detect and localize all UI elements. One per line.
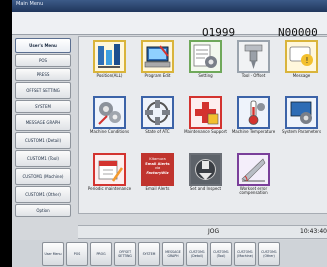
clock: 10:43:40 [300, 228, 327, 235]
tile-workset-error-compensation[interactable]: Workset error compensation [232, 153, 275, 195]
left-menu-custom-tool[interactable]: CUSTOM1 (Tool) [15, 150, 71, 167]
header-bar: O1999 N00000 [12, 12, 327, 39]
temperature-icon [237, 96, 270, 129]
softkey-custom-detail[interactable]: CUSTOM1 (Detail) [186, 242, 208, 266]
tile-label: Email Alerts [145, 186, 170, 191]
compensation-icon [237, 153, 270, 186]
system-icon [285, 96, 318, 129]
left-menu-custom-detail[interactable]: CUSTOM1 (Detail) [15, 132, 71, 149]
tile-maintenance-support[interactable]: Maintenance Support [184, 96, 227, 138]
left-menu-option[interactable]: Option [15, 204, 71, 217]
tile-label: Tool · Offset [241, 73, 266, 78]
tile-setting[interactable]: Setting [184, 40, 227, 82]
tile-machine-conditions[interactable]: Machine Conditions [88, 96, 131, 138]
softkey-custom-other[interactable]: CUSTOM1 (Other) [258, 242, 280, 266]
maintenance-icon [189, 96, 222, 129]
tile-email-alerts[interactable]: Kitamura Email Alerts via FactoryWiz Ema… [136, 153, 179, 195]
tile-state-of-atc[interactable]: State of ATC [136, 96, 179, 138]
softkey-user-menu[interactable]: User Menu [42, 242, 64, 266]
tile-label: Maintenance Support [184, 129, 227, 134]
promo-line-3: FactoryWiz [146, 170, 169, 175]
window-title: Main Menu [16, 1, 44, 7]
email-alerts-icon: Kitamura Email Alerts via FactoryWiz [141, 153, 174, 186]
title-bar: Main Menu [12, 0, 327, 12]
tile-machine-temperature[interactable]: Machine Temperature [232, 96, 275, 138]
left-menu-users-menu[interactable]: User's Menu [15, 38, 71, 53]
tile-position-all[interactable]: Position(ALL) [88, 40, 131, 82]
tile-system-parameters[interactable]: System Parameters [280, 96, 323, 138]
left-menu-press[interactable]: PRESS [15, 68, 71, 81]
periodic-icon [93, 153, 126, 186]
left-menu-custom-other[interactable]: CUSTOM1 (Other) [15, 186, 71, 203]
tile-label: State of ATC [145, 129, 170, 134]
function-key-bar: User Menu POS PROG OFFSET SETTING SYSTEM… [12, 240, 327, 267]
tile-label: Machine Conditions [89, 129, 130, 134]
softkey-custom-tool[interactable]: CUSTOM1 (Tool) [210, 242, 232, 266]
tile-label: Position(ALL) [96, 73, 123, 78]
mode-indicator: JOG [208, 228, 220, 235]
left-menu-offset-setting[interactable]: OFFSET SETTING [15, 82, 71, 99]
setting-icon [189, 40, 222, 73]
softkey-system[interactable]: SYSTEM [138, 242, 160, 266]
left-menu-system[interactable]: SYSTEM [15, 100, 71, 113]
tile-message[interactable]: ! Message [280, 40, 323, 82]
tile-label: System Parameters [281, 129, 322, 134]
svg-text:!: ! [305, 56, 308, 65]
tile-periodic-maintenance[interactable]: Periodic maintenance [88, 153, 131, 195]
tile-label: Workset error compensation [239, 186, 268, 196]
softkey-message-graph[interactable]: MESSAGE GRAPH [162, 242, 184, 266]
tile-label: Program Edit [144, 73, 171, 78]
left-menu: User's Menu POS PRESS OFFSET SETTING SYS… [12, 36, 72, 217]
machine-conditions-icon [93, 96, 126, 129]
status-bar: JOG 10:43:40 [78, 225, 327, 239]
tile-label: Message [292, 73, 311, 78]
softkey-pos[interactable]: POS [66, 242, 88, 266]
program-edit-icon [141, 40, 174, 73]
softkey-custom-machine[interactable]: CUSTOM1 (Machine) [234, 242, 256, 266]
cnc-screen: Main Menu O1999 N00000 User's Menu POS P… [12, 0, 327, 267]
tile-label: Setting [198, 73, 213, 78]
left-menu-custom-machine[interactable]: CUSTOM1 (Machine) [15, 168, 71, 185]
softkey-prog[interactable]: PROG [90, 242, 112, 266]
tile-label: Machine Temperature [231, 129, 276, 134]
position-icon [93, 40, 126, 73]
tile-program-edit[interactable]: Program Edit [136, 40, 179, 82]
atc-icon [141, 96, 174, 129]
tool-offset-icon [237, 40, 270, 73]
tile-tool-offset[interactable]: Tool · Offset [232, 40, 275, 82]
message-icon: ! [285, 40, 318, 73]
set-inspect-icon [189, 153, 222, 186]
tile-set-and-inspect[interactable]: Set and Inspect [184, 153, 227, 195]
left-menu-message-graph[interactable]: MESSAGE GRAPH [15, 114, 71, 131]
left-menu-pos[interactable]: POS [15, 54, 71, 67]
main-menu-grid: Position(ALL) Program Edit Setting Tool … [78, 36, 327, 214]
softkey-offset-setting[interactable]: OFFSET SETTING [114, 242, 136, 266]
tile-label: Periodic maintenance [87, 186, 132, 191]
tile-label: Set and Inspect [189, 186, 222, 191]
